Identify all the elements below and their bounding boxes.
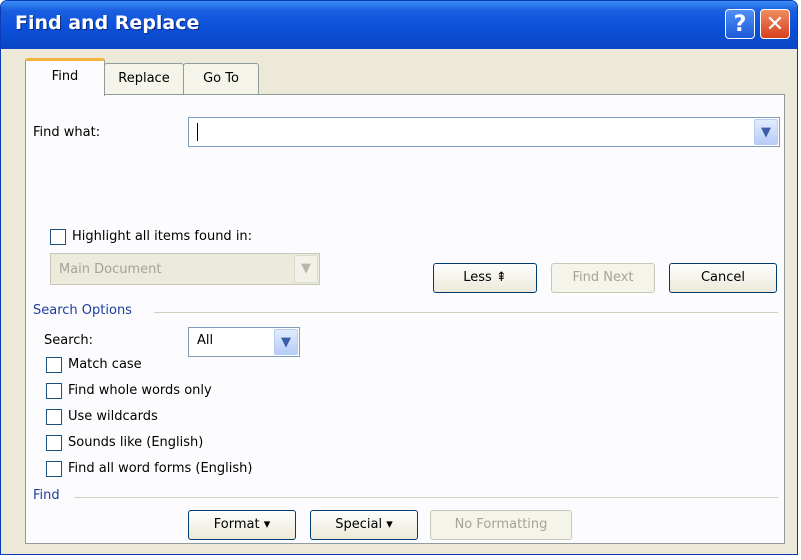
window-title: Find and Replace <box>15 12 200 34</box>
help-button[interactable]: ? <box>725 9 755 39</box>
format-button[interactable]: Format ▾ <box>188 510 296 540</box>
divider <box>154 312 778 313</box>
match-case-checkbox[interactable] <box>46 357 62 373</box>
highlight-label: Highlight all items found in: <box>72 229 253 244</box>
sounds-like-checkbox[interactable] <box>46 435 62 451</box>
find-group-heading: Find <box>33 488 60 503</box>
find-tab-panel: Find what: ▼ Highlight all items found i… <box>25 94 785 544</box>
cancel-button[interactable]: Cancel <box>669 263 777 293</box>
whole-words-checkbox[interactable] <box>46 383 62 399</box>
word-forms-label: Find all word forms (English) <box>68 461 253 476</box>
chevron-down-icon: ▼ <box>294 255 318 283</box>
word-forms-checkbox[interactable] <box>46 461 62 477</box>
search-direction-value: All <box>197 333 214 348</box>
find-what-input[interactable]: ▼ <box>188 117 780 147</box>
less-button[interactable]: Less ⇞ <box>433 263 537 293</box>
highlight-scope-select: Main Document ▼ <box>50 253 320 285</box>
wildcards-label: Use wildcards <box>68 409 158 424</box>
whole-words-label: Find whole words only <box>68 383 212 398</box>
find-next-button: Find Next <box>551 263 655 293</box>
highlight-checkbox[interactable] <box>50 229 66 245</box>
special-button[interactable]: Special ▾ <box>310 510 418 540</box>
search-label: Search: <box>44 333 94 348</box>
find-replace-dialog: Find and Replace ? ✕ Find Replace Go To … <box>0 0 798 555</box>
search-direction-select[interactable]: All ▼ <box>188 327 300 357</box>
highlight-scope-value: Main Document <box>59 262 162 277</box>
match-case-label: Match case <box>68 357 142 372</box>
wildcards-checkbox[interactable] <box>46 409 62 425</box>
text-caret <box>197 123 198 141</box>
close-button[interactable]: ✕ <box>760 9 790 39</box>
tab-replace[interactable]: Replace <box>104 63 184 95</box>
chevron-down-icon[interactable]: ▼ <box>274 329 298 355</box>
no-formatting-button: No Formatting <box>430 510 572 540</box>
tab-go-to[interactable]: Go To <box>183 63 259 95</box>
title-bar[interactable]: Find and Replace ? ✕ <box>1 1 797 49</box>
divider <box>74 497 778 498</box>
tab-find[interactable]: Find <box>25 58 105 96</box>
find-what-label: Find what: <box>33 125 101 140</box>
sounds-like-label: Sounds like (English) <box>68 435 204 450</box>
chevron-down-icon[interactable]: ▼ <box>754 119 778 145</box>
search-options-heading: Search Options <box>33 303 132 318</box>
